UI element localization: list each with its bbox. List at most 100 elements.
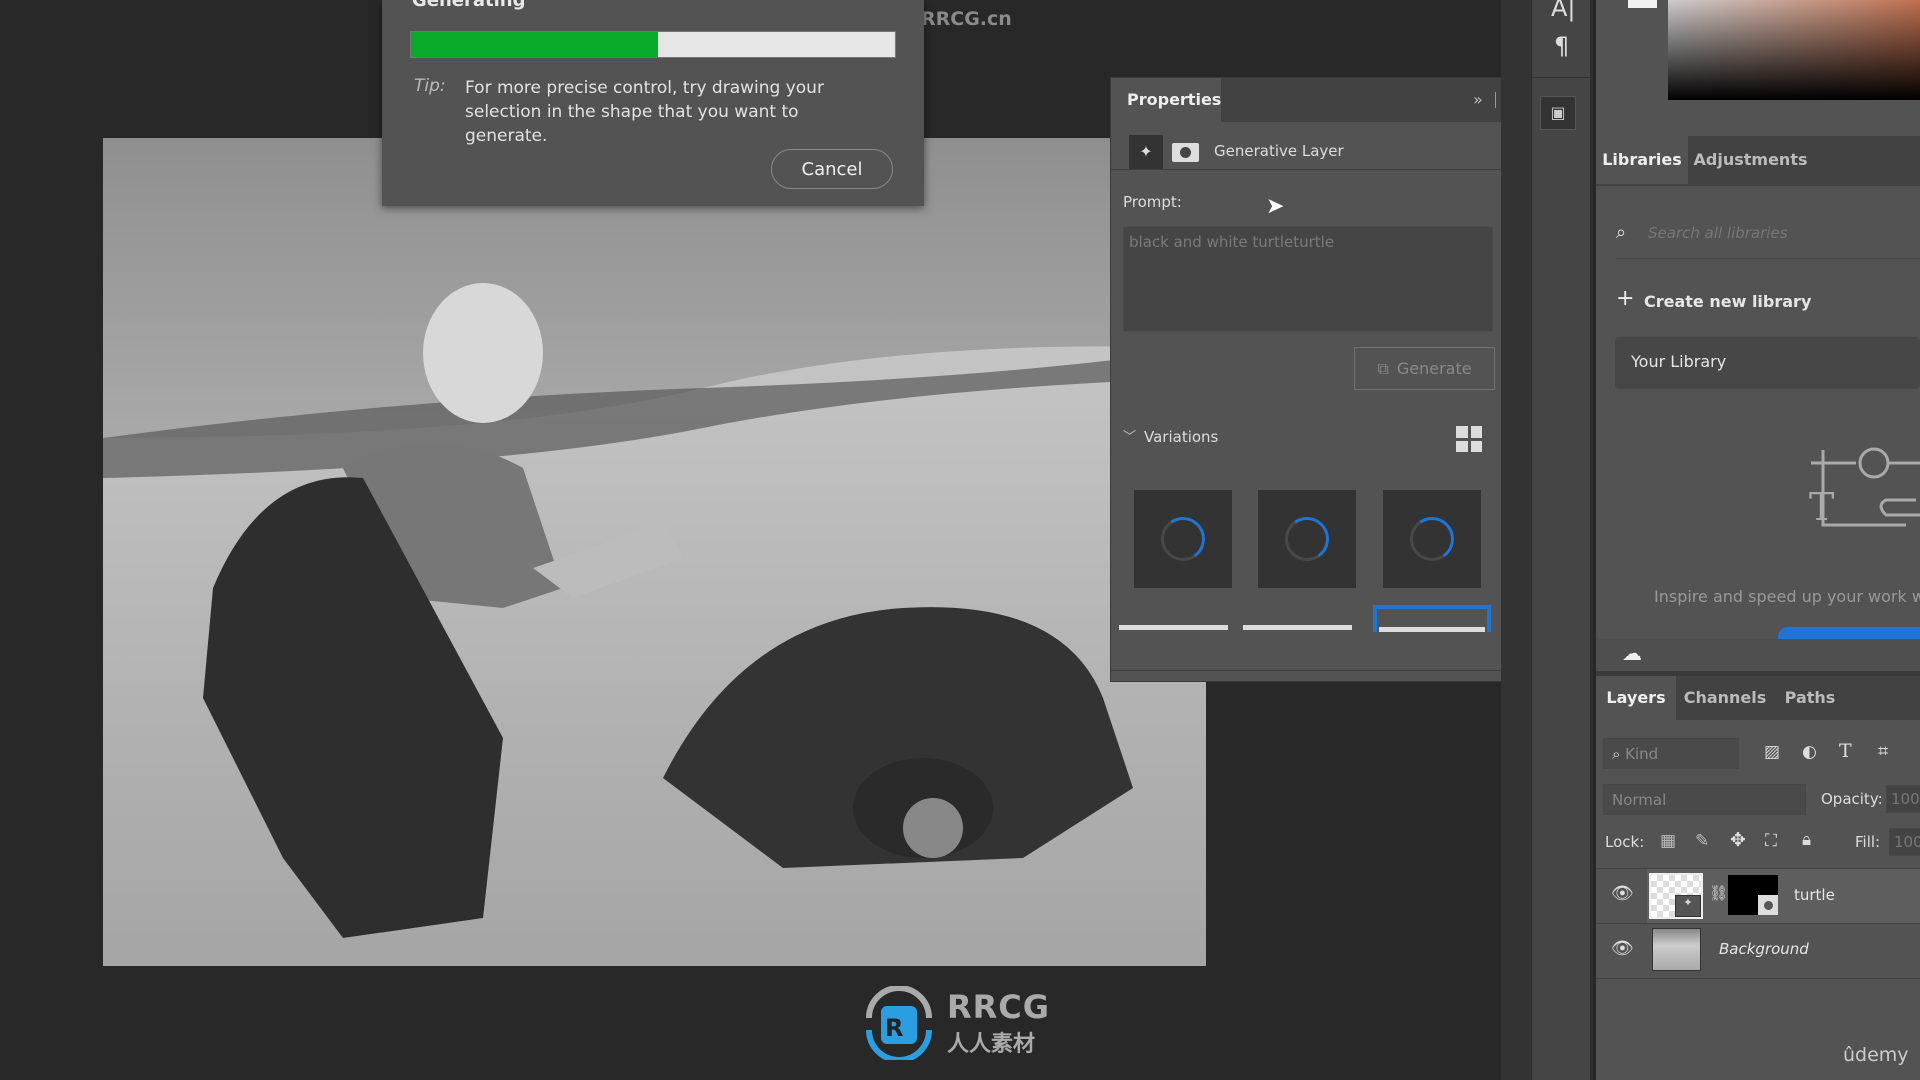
generate-label: Generate [1396, 359, 1472, 378]
visibility-eye-icon[interactable]: 👁︎ [1611, 938, 1634, 959]
plus-icon: + [1616, 286, 1635, 311]
tab-libraries[interactable]: Libraries [1596, 136, 1688, 184]
fill-input[interactable]: 100 [1889, 828, 1920, 856]
opacity-input[interactable]: 100 [1886, 785, 1920, 813]
variation-thumbnail[interactable] [1243, 625, 1352, 630]
libraries-illustration: T [1809, 447, 1920, 529]
divider [1532, 77, 1590, 78]
opacity-label: Opacity: [1821, 790, 1883, 808]
variation-thumbnail-loading[interactable] [1134, 490, 1232, 588]
generative-sparkle-icon[interactable]: ✦ [1129, 135, 1163, 169]
color-picker-field[interactable] [1668, 0, 1920, 100]
document-canvas[interactable] [103, 138, 1206, 966]
foreground-swatch[interactable] [1628, 0, 1657, 8]
right-panel-column: Libraries Adjustments ⌕ Search all libra… [1596, 0, 1920, 1080]
udemy-watermark: ûdemy [1843, 1044, 1909, 1066]
prompt-label: Prompt: [1123, 193, 1182, 211]
dialog-title: Generating [412, 0, 526, 11]
lock-artboard-icon[interactable]: ⛶ [1765, 831, 1777, 851]
link-icon[interactable]: ⛓ [1709, 884, 1728, 902]
filter-pixel-icon[interactable]: ▨ [1764, 742, 1780, 762]
logo-subtext: 人人素材 [947, 1032, 1036, 1057]
generating-dialog: Generating Tip: For more precise control… [382, 0, 924, 206]
generate-button[interactable]: ⧉ Generate [1354, 347, 1495, 390]
blend-mode-select[interactable]: Normal [1603, 784, 1806, 815]
loading-spinner-icon [1157, 513, 1209, 565]
libraries-inspire-text: Inspire and speed up your work w [1654, 587, 1920, 606]
lock-transparent-icon[interactable]: ▦ [1660, 831, 1676, 851]
variation-thumbnail-loading[interactable] [1383, 490, 1481, 588]
properties-panel: Properties » ≡ ✦ Generative Layer Prompt… [1110, 77, 1528, 682]
rrcg-logo-mark: R [866, 986, 932, 1060]
progress-bar [410, 31, 896, 58]
layer-row-turtle[interactable]: 👁︎ ✦ ⛓ turtle [1596, 869, 1920, 923]
lock-move-icon[interactable]: ✥ [1730, 829, 1746, 851]
variation-thumbnail[interactable] [1119, 625, 1228, 630]
collapse-icon[interactable]: » [1473, 90, 1483, 109]
tab-layers[interactable]: Layers [1596, 676, 1676, 720]
layer-name: turtle [1794, 886, 1835, 904]
tab-paths[interactable]: Paths [1774, 676, 1846, 720]
divider [1495, 92, 1496, 108]
properties-tabbar: Properties » ≡ [1111, 78, 1527, 122]
tab-channels[interactable]: Channels [1676, 676, 1774, 720]
chevron-down-icon[interactable]: ﹀ [1123, 426, 1136, 445]
lock-all-icon[interactable]: 🔒︎ [1802, 830, 1811, 850]
mouse-cursor-icon: ➤ [1266, 194, 1285, 219]
filter-type-icon[interactable]: T [1839, 740, 1852, 762]
layers-tabbar: Layers Channels Paths [1596, 676, 1920, 720]
paragraph-panel-icon[interactable]: ¶ [1554, 32, 1569, 60]
loading-spinner-icon [1406, 513, 1458, 565]
your-library-item[interactable]: Your Library [1615, 337, 1920, 389]
photo-child-and-turtle [103, 138, 1206, 966]
rrcg-logo: R RRCG 人人素材 [861, 986, 1061, 1060]
mask-icon[interactable] [1172, 143, 1199, 162]
grid-view-icon[interactable] [1456, 426, 1482, 452]
variations-label: Variations [1144, 428, 1219, 446]
svg-text:T: T [1809, 485, 1834, 529]
watermark-top: RRCG.cn [921, 8, 1012, 30]
search-icon: ⌕ [1616, 222, 1627, 243]
tab-adjustments[interactable]: Adjustments [1688, 136, 1813, 184]
progress-fill [411, 32, 658, 57]
generate-icon: ⧉ [1377, 358, 1389, 378]
variation-thumbnail-selected[interactable] [1373, 605, 1491, 632]
tab-properties[interactable]: Properties [1111, 78, 1221, 122]
divider [1111, 670, 1527, 671]
prompt-textarea[interactable]: black and white turtleturtle [1123, 226, 1493, 332]
libraries-tabbar: Libraries Adjustments [1596, 136, 1920, 186]
divider [1596, 978, 1920, 979]
loading-spinner-icon [1281, 513, 1333, 565]
cloud-icon[interactable]: ☁ [1622, 641, 1642, 665]
svg-text:R: R [885, 1014, 903, 1042]
library-search-input[interactable]: Search all libraries [1648, 224, 1788, 242]
variation-thumbnail-loading[interactable] [1258, 490, 1356, 588]
fill-label: Fill: [1855, 833, 1881, 851]
layer-row-background[interactable]: 👁︎ Background [1596, 924, 1920, 978]
libraries-cta-button[interactable] [1778, 627, 1920, 639]
lock-paint-brush-icon[interactable]: ✎ [1695, 831, 1709, 851]
filter-shape-icon[interactable]: ⌗ [1878, 741, 1888, 762]
layer-mask-thumbnail[interactable] [1728, 875, 1778, 915]
character-panel-icon[interactable]: A| [1551, 0, 1576, 22]
generative-sparkle-icon: ✦ [1675, 895, 1701, 917]
layer-filter-kind[interactable]: ⌕ Kind [1603, 738, 1739, 769]
logo-text: RRCG [947, 988, 1051, 1026]
properties-panel-icon[interactable]: ▣ [1540, 96, 1576, 130]
layer-thumbnail: ✦ [1649, 873, 1703, 919]
divider [1616, 258, 1920, 259]
create-new-library-button[interactable]: Create new library [1644, 292, 1811, 311]
layer-thumbnail [1652, 928, 1701, 971]
layer-name: Background [1719, 940, 1809, 958]
lock-label: Lock: [1605, 833, 1645, 851]
panel-gutter [1501, 0, 1531, 1080]
libraries-footer: ☁ [1596, 639, 1920, 671]
divider [1111, 169, 1527, 170]
visibility-eye-icon[interactable]: 👁︎ [1611, 883, 1634, 904]
tip-text: For more precise control, try drawing yo… [465, 78, 824, 146]
cancel-button[interactable]: Cancel [771, 149, 893, 189]
search-icon: ⌕ [1612, 745, 1626, 763]
tip-label: Tip: [414, 76, 446, 96]
filter-adjustment-icon[interactable]: ◐ [1802, 742, 1817, 762]
layer-type-label: Generative Layer [1214, 142, 1344, 160]
